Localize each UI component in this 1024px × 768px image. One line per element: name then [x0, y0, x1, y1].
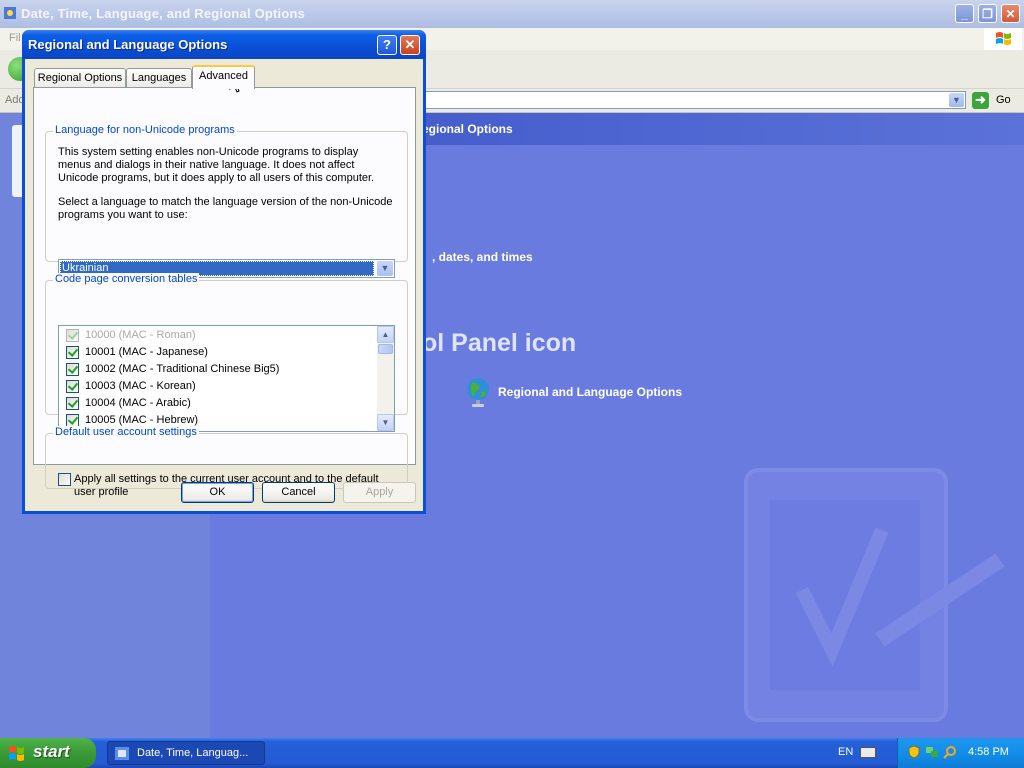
- window-close-button[interactable]: ✕: [1001, 4, 1020, 23]
- control-panel-watermark-icon: [744, 468, 1005, 722]
- code-page-list[interactable]: 10000 (MAC - Roman) 10001 (MAC - Japanes…: [58, 325, 395, 432]
- menu-file[interactable]: Fil: [9, 32, 21, 44]
- language-indicator[interactable]: EN: [838, 746, 853, 758]
- code-page-group-label: Code page conversion tables: [53, 273, 200, 285]
- control-panel-icon: [115, 747, 129, 760]
- non-unicode-prompt: Select a language to match the language …: [58, 196, 393, 221]
- network-icon[interactable]: [925, 745, 939, 759]
- dialog-close-button[interactable]: ✕: [400, 35, 420, 55]
- list-item[interactable]: 10001 (MAC - Japanese): [66, 344, 376, 361]
- list-item-label: 10005 (MAC - Hebrew): [85, 414, 199, 426]
- control-panel-icon: [4, 7, 16, 19]
- advanced-tab-panel: Language for non-Unicode programs This s…: [33, 87, 416, 498]
- windows-logo-icon: [984, 28, 1022, 50]
- keyboard-icon[interactable]: [860, 747, 876, 758]
- non-unicode-group-label: Language for non-Unicode programs: [53, 124, 237, 136]
- scroll-up-icon[interactable]: ▲: [377, 326, 394, 343]
- apply-to-default-checkbox[interactable]: [58, 473, 71, 486]
- list-item[interactable]: 10000 (MAC - Roman): [66, 327, 376, 344]
- content-header-text: egional Options: [422, 122, 513, 136]
- apply-button[interactable]: Apply: [343, 482, 416, 503]
- checkbox[interactable]: [66, 380, 79, 393]
- cancel-button[interactable]: Cancel: [262, 482, 335, 503]
- address-input[interactable]: ▼: [424, 91, 966, 109]
- tab-languages[interactable]: Languages: [126, 68, 192, 88]
- dialog-body: Regional Options Languages Advanced Lang…: [25, 59, 423, 511]
- regional-language-options-label: Regional and Language Options: [498, 385, 683, 399]
- ok-button[interactable]: OK: [181, 482, 254, 503]
- taskbar-window-button[interactable]: Date, Time, Languag...: [107, 741, 265, 765]
- globe-icon: [467, 378, 489, 407]
- regional-language-options-item[interactable]: Regional and Language Options: [464, 376, 704, 408]
- default-account-group-label: Default user account settings: [53, 426, 199, 438]
- list-item[interactable]: 10003 (MAC - Korean): [66, 378, 376, 395]
- checkbox[interactable]: [66, 363, 79, 376]
- regional-language-options-dialog: Regional and Language Options ? ✕ Region…: [22, 30, 426, 514]
- restore-button[interactable]: ❐: [978, 4, 997, 23]
- dialog-title: Regional and Language Options: [28, 37, 228, 52]
- help-button[interactable]: ?: [377, 35, 397, 55]
- window-title: Date, Time, Language, and Regional Optio…: [21, 6, 306, 21]
- list-item[interactable]: 10002 (MAC - Traditional Chinese Big5): [66, 361, 376, 378]
- vertical-scrollbar[interactable]: ▲ ▼: [377, 326, 394, 431]
- list-item-label: 10000 (MAC - Roman): [85, 329, 196, 341]
- taskbar: start Date, Time, Languag... EN 4:58 PM: [0, 738, 1024, 768]
- chevron-down-icon[interactable]: ▼: [949, 93, 964, 107]
- list-item-label: 10001 (MAC - Japanese): [85, 346, 208, 358]
- windows-flag-icon: [9, 746, 24, 761]
- checkbox[interactable]: [66, 397, 79, 410]
- list-item-label: 10002 (MAC - Traditional Chinese Big5): [85, 363, 280, 375]
- chevron-down-icon[interactable]: ▼: [377, 261, 393, 276]
- go-label: Go: [996, 94, 1011, 106]
- dialog-title-bar[interactable]: Regional and Language Options ? ✕: [22, 30, 426, 59]
- list-item[interactable]: 10004 (MAC - Arabic): [66, 395, 376, 412]
- clock: 4:58 PM: [968, 746, 1009, 758]
- arrow-right-icon: ➜: [972, 92, 989, 109]
- scroll-down-icon[interactable]: ▼: [377, 414, 394, 431]
- scroll-thumb[interactable]: [378, 344, 393, 354]
- minimize-button[interactable]: _: [955, 4, 974, 23]
- non-unicode-description: This system setting enables non-Unicode …: [58, 146, 375, 184]
- tab-regional-options[interactable]: Regional Options: [34, 68, 126, 88]
- checkbox[interactable]: [66, 346, 79, 359]
- go-button[interactable]: ➜ Go: [972, 91, 1022, 110]
- security-shield-icon[interactable]: [907, 745, 921, 759]
- checkbox[interactable]: [66, 329, 79, 342]
- search-icon[interactable]: [943, 745, 957, 759]
- start-button[interactable]: start: [0, 738, 96, 768]
- start-label: start: [33, 742, 70, 761]
- tab-advanced[interactable]: Advanced: [192, 65, 255, 89]
- pick-a-task-link[interactable]: , dates, and times: [432, 250, 533, 264]
- taskbar-window-label: Date, Time, Languag...: [137, 747, 249, 759]
- control-panel-icon-heading: ol Panel icon: [422, 329, 577, 357]
- window-title-bar[interactable]: Date, Time, Language, and Regional Optio…: [0, 0, 1024, 29]
- list-item-label: 10003 (MAC - Korean): [85, 380, 196, 392]
- list-item-label: 10004 (MAC - Arabic): [85, 397, 191, 409]
